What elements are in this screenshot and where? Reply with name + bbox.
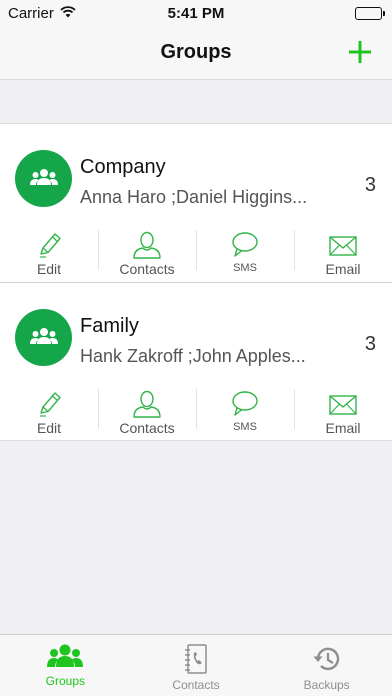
person-icon [133,390,161,418]
sms-label: SMS [233,262,257,274]
group-name: Family [80,315,139,337]
sms-button[interactable]: SMS [196,226,294,278]
envelope-icon [329,395,357,415]
group-row-company[interactable]: Company Anna Haro ;Daniel Higgins... 3 E… [0,124,392,282]
group-icon [30,169,58,185]
edit-label: Edit [36,261,62,277]
group-members: Anna Haro ;Daniel Higgins... [80,187,308,207]
person-icon [133,231,161,259]
tab-groups[interactable]: Groups [0,635,131,696]
tab-backups[interactable]: Backups [261,635,392,696]
add-group-button[interactable] [346,36,374,68]
sms-label: SMS [233,421,257,433]
email-button[interactable]: Email [294,385,392,437]
contacts-button[interactable]: Contacts [98,226,196,278]
group-avatar [15,309,72,366]
group-member-count: 3 [364,333,376,355]
edit-button[interactable]: Edit [0,385,98,437]
contacts-button[interactable]: Contacts [98,385,196,437]
pencil-icon [40,233,61,258]
tab-bar: Groups Contacts Backups [0,634,392,696]
groups-icon [47,644,84,667]
group-avatar [15,150,72,207]
group-members: Hank Zakroff ;John Apples... [80,346,306,366]
clock-time: 5:41 PM [167,5,225,22]
address-book-icon [185,644,207,674]
tab-contacts-label: Contacts [172,678,220,692]
email-label: Email [325,420,361,436]
page-title: Groups [160,41,232,63]
contacts-label: Contacts [119,261,175,277]
group-name: Company [80,156,166,178]
contacts-label: Contacts [119,420,175,436]
tab-backups-label: Backups [303,678,350,692]
group-row-family[interactable]: Family Hank Zakroff ;John Apples... 3 Ed… [0,282,392,440]
group-icon [30,328,58,344]
edit-label: Edit [36,420,62,436]
email-label: Email [325,261,361,277]
chat-bubble-icon [232,391,258,416]
pencil-icon [40,392,61,417]
battery-icon [355,7,385,20]
tab-groups-label: Groups [45,674,86,688]
email-button[interactable]: Email [294,226,392,278]
group-member-count: 3 [364,174,376,196]
navigation-bar: Groups [0,28,392,80]
groups-list: Company Anna Haro ;Daniel Higgins... 3 E… [0,123,392,441]
group-actions: Edit Contacts SMS Email [0,385,392,437]
plus-icon [349,41,371,63]
status-bar: Carrier 5:41 PM [0,0,392,28]
history-icon [313,647,339,671]
sms-button[interactable]: SMS [196,385,294,437]
group-actions: Edit Contacts SMS Email [0,226,392,278]
envelope-icon [329,236,357,256]
chat-bubble-icon [232,232,258,257]
edit-button[interactable]: Edit [0,226,98,278]
tab-contacts[interactable]: Contacts [131,635,262,696]
